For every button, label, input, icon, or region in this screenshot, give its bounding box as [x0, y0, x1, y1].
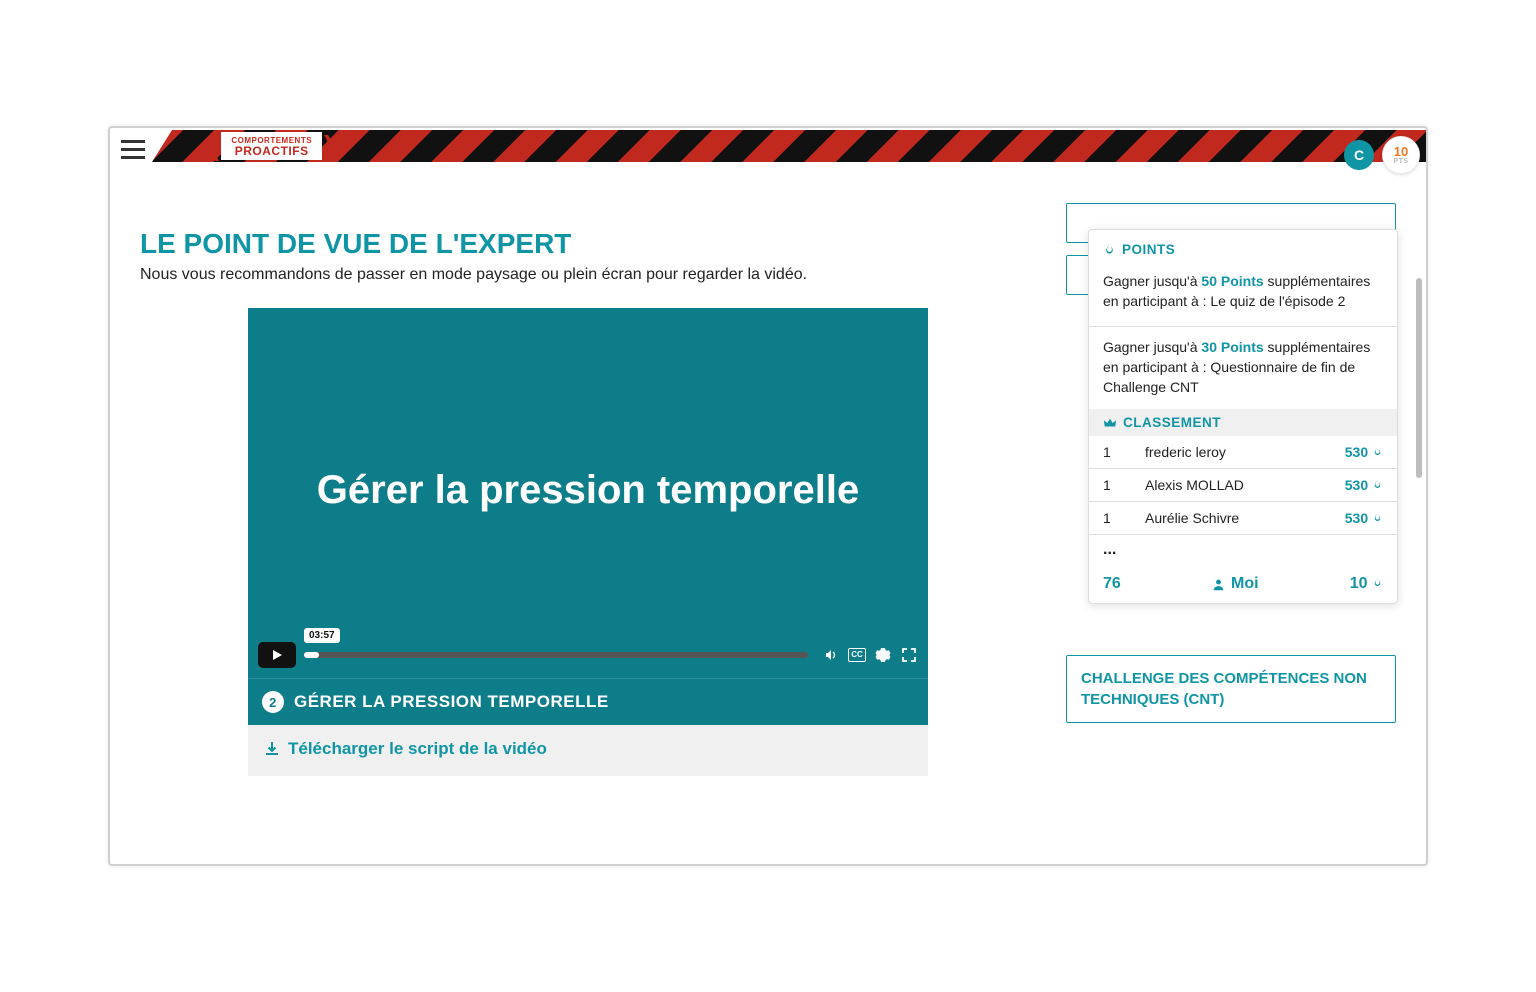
logo-paren-close: )	[324, 132, 333, 160]
points-leaderboard-panel: POINTS Gagner jusqu'à 50 Points suppléme…	[1088, 229, 1398, 604]
score: 530	[1345, 510, 1368, 526]
app-frame: ( COMPORTEMENTS PROACTIFS ) C 10 PTS LE …	[108, 126, 1428, 866]
caption-number-badge: 2	[262, 691, 284, 713]
seek-bar[interactable]: 03:57	[304, 652, 808, 658]
logo: ( COMPORTEMENTS PROACTIFS )	[208, 130, 335, 162]
top-bar: ( COMPORTEMENTS PROACTIFS )	[110, 128, 1426, 173]
fullscreen-icon[interactable]	[900, 646, 918, 664]
logo-paren-open: (	[210, 132, 219, 160]
rank: 1	[1089, 436, 1131, 469]
leaderboard-ellipsis: ...	[1089, 535, 1397, 565]
leaderboard-row[interactable]: 1 Alexis MOLLAD 530	[1089, 469, 1397, 502]
video-control-bar: 03:57 CC	[258, 642, 918, 668]
download-icon	[264, 741, 280, 757]
menu-button[interactable]	[114, 130, 152, 168]
fire-icon	[1103, 243, 1116, 256]
page-subtitle: Nous vous recommandons de passer en mode…	[140, 266, 1036, 284]
main-column: LE POINT DE VUE DE L'EXPERT Nous vous re…	[140, 173, 1036, 776]
my-label: Moi	[1231, 575, 1259, 593]
fire-icon	[1372, 479, 1383, 490]
my-rank: 76	[1103, 575, 1121, 593]
points-unit: PTS	[1393, 158, 1408, 165]
video-player[interactable]: Gérer la pression temporelle 03:57	[248, 308, 928, 678]
leaderboard-table: 1 frederic leroy 530 1 Alexis MOLLAD 530…	[1089, 436, 1397, 535]
challenge-box[interactable]: CHALLENGE DES COMPÉTENCES NON TECHNIQUES…	[1066, 655, 1396, 723]
fire-icon	[1372, 577, 1383, 588]
leaderboard-heading: CLASSEMENT	[1089, 409, 1397, 436]
fire-icon	[1372, 512, 1383, 523]
player-name: frederic leroy	[1131, 436, 1306, 469]
video-block: Gérer la pression temporelle 03:57	[248, 308, 928, 776]
rank: 1	[1089, 469, 1131, 502]
time-tooltip: 03:57	[304, 628, 340, 643]
points-opportunity-2[interactable]: Gagner jusqu'à 30 Points supplémentaires…	[1089, 329, 1397, 410]
side-column: POINTS Gagner jusqu'à 50 Points suppléme…	[1066, 173, 1396, 776]
captions-button[interactable]: CC	[848, 646, 866, 664]
leaderboard-me-row[interactable]: 76 Moi 10	[1089, 565, 1397, 603]
top-right-controls: C 10 PTS	[1344, 136, 1420, 174]
rank: 1	[1089, 502, 1131, 535]
banner-stripe: ( COMPORTEMENTS PROACTIFS )	[152, 130, 1426, 162]
fire-icon	[1372, 446, 1383, 457]
download-label: Télécharger le script de la vidéo	[288, 739, 547, 759]
settings-icon[interactable]	[874, 646, 892, 664]
score: 530	[1345, 477, 1368, 493]
volume-icon[interactable]	[822, 646, 840, 664]
user-icon	[1212, 578, 1225, 591]
points-value: 10	[1394, 145, 1408, 158]
avatar[interactable]: C	[1344, 140, 1374, 170]
brand-line-2: PROACTIFS	[235, 145, 309, 158]
player-name: Aurélie Schivre	[1131, 502, 1306, 535]
page-title: LE POINT DE VUE DE L'EXPERT	[140, 228, 1036, 260]
vertical-scrollbar[interactable]	[1416, 278, 1422, 478]
download-row: Télécharger le script de la vidéo	[248, 725, 928, 776]
video-caption-bar: 2 GÉRER LA PRESSION TEMPORELLE	[248, 678, 928, 725]
points-opportunity-1[interactable]: Gagner jusqu'à 50 Points supplémentaires…	[1089, 263, 1397, 324]
video-headline: Gérer la pression temporelle	[248, 468, 928, 513]
play-button[interactable]	[258, 642, 296, 668]
points-heading: POINTS	[1089, 236, 1397, 263]
crown-icon	[1103, 416, 1117, 430]
download-script-link[interactable]: Télécharger le script de la vidéo	[264, 739, 547, 759]
leaderboard-row[interactable]: 1 Aurélie Schivre 530	[1089, 502, 1397, 535]
points-chip[interactable]: 10 PTS	[1382, 136, 1420, 174]
my-score: 10	[1350, 575, 1368, 592]
player-name: Alexis MOLLAD	[1131, 469, 1306, 502]
leaderboard-row[interactable]: 1 frederic leroy 530	[1089, 436, 1397, 469]
score: 530	[1345, 444, 1368, 460]
caption-text: GÉRER LA PRESSION TEMPORELLE	[294, 692, 609, 712]
